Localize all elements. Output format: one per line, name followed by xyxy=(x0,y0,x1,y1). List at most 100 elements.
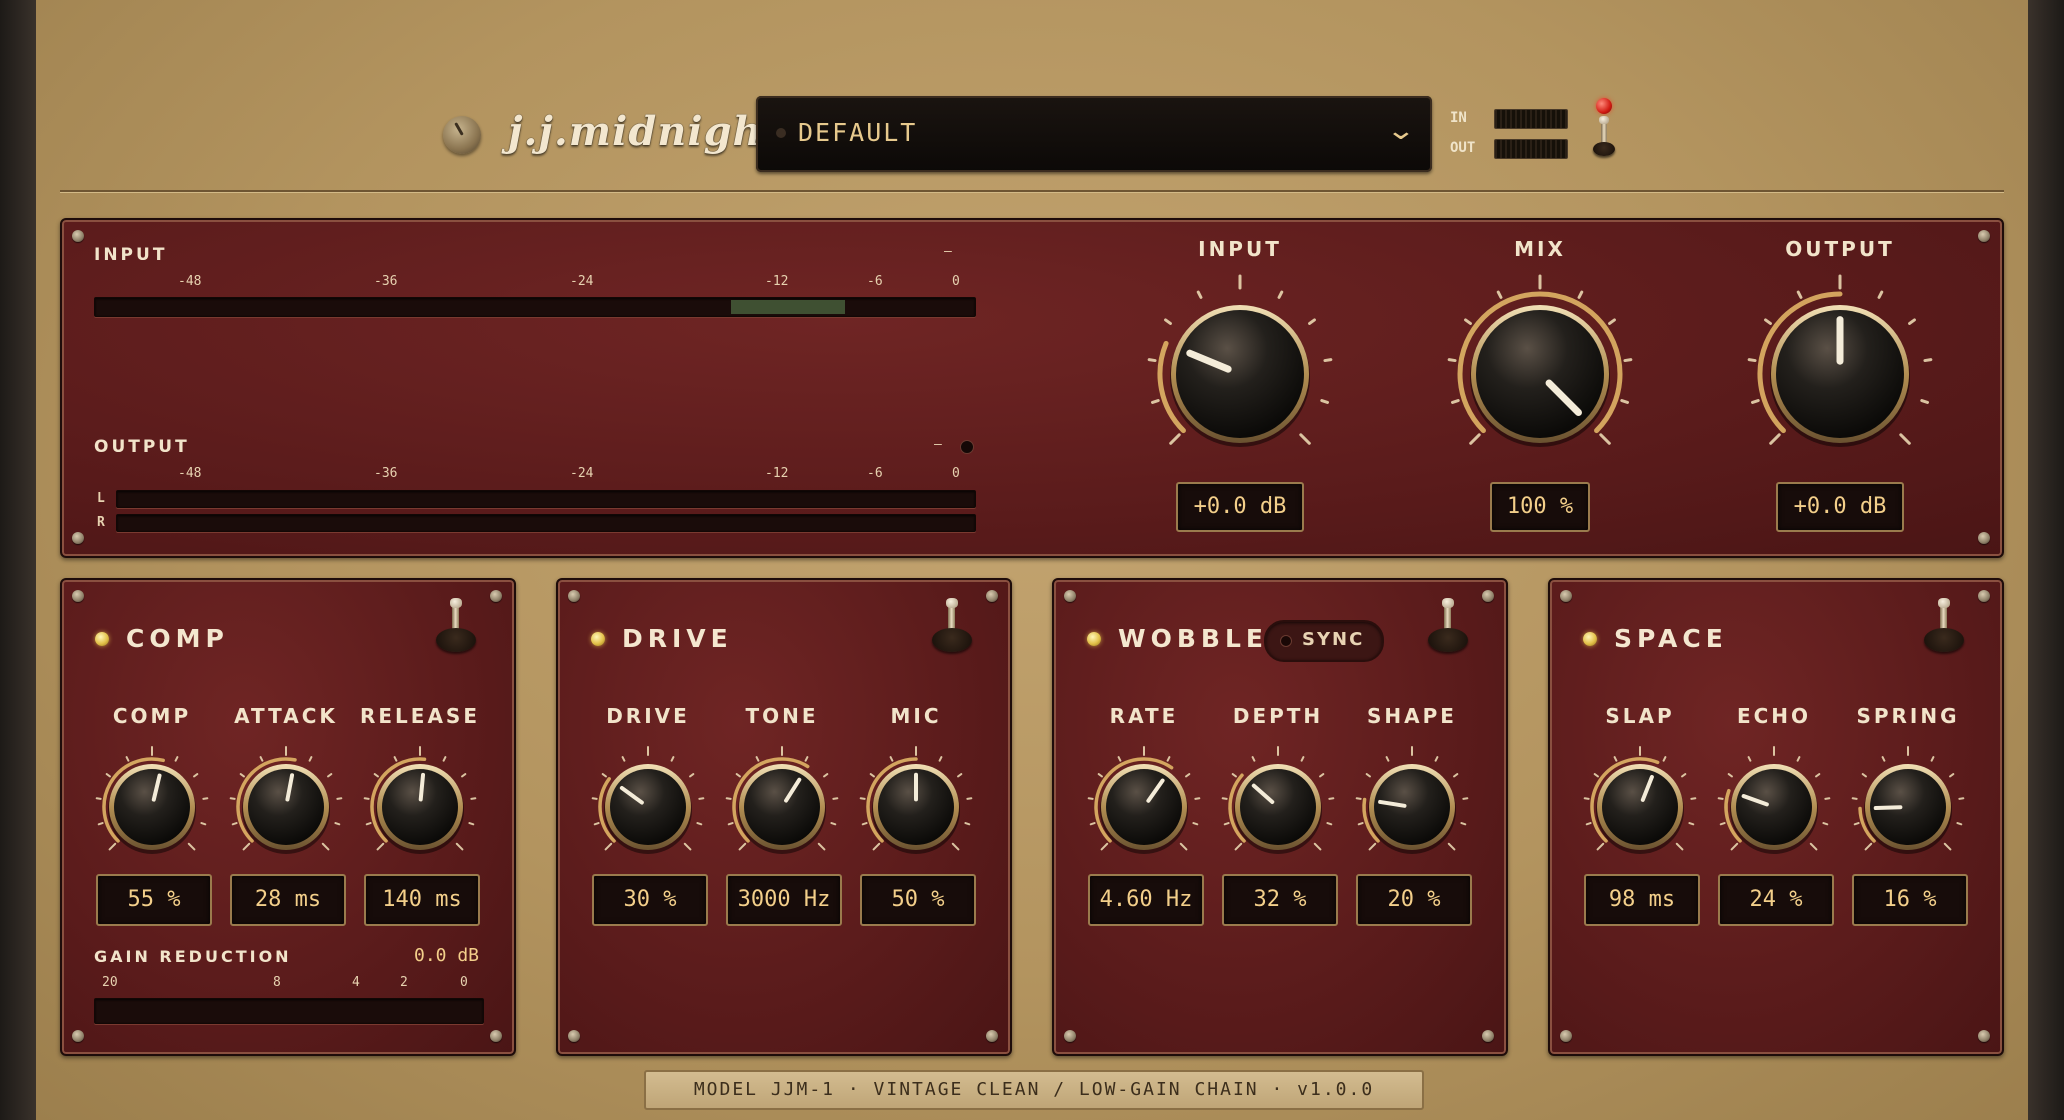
wobble-knob[interactable] xyxy=(1218,742,1338,860)
knob-tick xyxy=(964,822,971,826)
knob-tick xyxy=(455,842,464,851)
comp-knob[interactable] xyxy=(92,742,212,860)
space-title: SPACE xyxy=(1614,624,1728,653)
knob-tick xyxy=(1853,822,1860,826)
knob-tick xyxy=(193,773,199,778)
knob-tick xyxy=(830,822,837,826)
wobble-knob[interactable] xyxy=(1084,742,1204,860)
knob-tick xyxy=(1462,797,1469,800)
knob-tick xyxy=(689,773,695,778)
wobble-knob[interactable] xyxy=(1352,742,1472,860)
output-gain-readout[interactable]: +0.0 dB xyxy=(1776,482,1904,532)
knob-tick xyxy=(1958,797,1965,800)
space-knob[interactable] xyxy=(1848,742,1968,860)
knob-tick xyxy=(861,822,868,826)
drive-knob-readout[interactable]: 30 % xyxy=(592,874,708,926)
input-gain-readout[interactable]: +0.0 dB xyxy=(1176,482,1304,532)
input-scale-tick: -36 xyxy=(374,274,398,289)
output-scale-tick: -24 xyxy=(570,466,594,481)
sync-button[interactable]: SYNC xyxy=(1264,620,1384,662)
mix-knob[interactable] xyxy=(1440,272,1640,462)
drive-enable-led[interactable] xyxy=(591,632,605,646)
right-rail xyxy=(2028,0,2064,1120)
output-meter-r-bar xyxy=(116,514,976,532)
comp-knob[interactable] xyxy=(360,742,480,860)
drive-knob[interactable] xyxy=(588,742,708,860)
comp-knob-readout[interactable]: 28 ms xyxy=(230,874,346,926)
screw-icon xyxy=(1560,1030,1572,1042)
knob-tick xyxy=(1908,318,1916,325)
wobble-knob-readout[interactable]: 32 % xyxy=(1222,874,1338,926)
knob-tick xyxy=(334,822,341,826)
input-gain-knob[interactable] xyxy=(1140,272,1340,462)
knob-tick xyxy=(621,756,626,762)
comp-knob-readout[interactable]: 140 ms xyxy=(364,874,480,926)
screw-icon xyxy=(986,1030,998,1042)
sync-label: SYNC xyxy=(1302,629,1365,650)
comp-title: COMP xyxy=(126,624,229,653)
drive-knob-readout[interactable]: 50 % xyxy=(860,874,976,926)
knob-tick xyxy=(1169,433,1181,445)
drive-bypass-toggle[interactable] xyxy=(932,598,972,652)
knob-pointer xyxy=(1873,805,1903,811)
knob-tick xyxy=(601,773,607,778)
screw-icon xyxy=(568,590,580,602)
knob-tick xyxy=(1326,822,1333,826)
space-knob[interactable] xyxy=(1714,742,1834,860)
knob-tick xyxy=(1460,822,1467,826)
knob-tick xyxy=(1089,822,1096,826)
knob-tick xyxy=(1355,797,1362,800)
wobble-knob-readout[interactable]: 4.60 Hz xyxy=(1088,874,1204,926)
knob-tick xyxy=(966,797,973,800)
comp-knob[interactable] xyxy=(226,742,346,860)
knob-tick xyxy=(1117,756,1122,762)
drive-knob[interactable] xyxy=(722,742,842,860)
preset-selector[interactable]: DEFAULT ⌄ xyxy=(756,96,1432,172)
knob-tick xyxy=(738,842,747,851)
knob-tick xyxy=(108,842,117,851)
space-knob-readout[interactable]: 98 ms xyxy=(1584,874,1700,926)
wobble-title: WOBBLE xyxy=(1118,624,1268,653)
comp-enable-led[interactable] xyxy=(95,632,109,646)
knob-tick xyxy=(1179,842,1188,851)
knob-tick xyxy=(125,756,130,762)
out-mini-meter xyxy=(1494,139,1568,159)
knob-cap xyxy=(744,769,820,845)
channel-r-label: R xyxy=(97,515,105,530)
knob-tick xyxy=(1815,773,1821,778)
knob-tick xyxy=(725,797,732,800)
space-knob-label: SPRING xyxy=(1856,704,1960,728)
space-enable-led[interactable] xyxy=(1583,632,1597,646)
comp-bypass-toggle[interactable] xyxy=(436,598,476,652)
knob-cap xyxy=(382,769,458,845)
knob-tick xyxy=(1164,318,1172,325)
knob-cap xyxy=(1602,769,1678,845)
wobble-bypass-toggle[interactable] xyxy=(1428,598,1468,652)
space-bypass-toggle[interactable] xyxy=(1924,598,1964,652)
knob-tick xyxy=(373,773,379,778)
knob-tick xyxy=(1864,842,1873,851)
chevron-down-icon[interactable]: ⌄ xyxy=(1386,116,1417,146)
screw-icon xyxy=(1064,1030,1076,1042)
bypass-toggle[interactable] xyxy=(1592,116,1616,160)
knob-tick xyxy=(1719,822,1726,826)
mix-readout[interactable]: 100 % xyxy=(1490,482,1590,532)
knob-tick xyxy=(604,842,613,851)
space-knob-readout[interactable]: 16 % xyxy=(1852,874,1968,926)
drive-knob[interactable] xyxy=(856,742,976,860)
knob-tick xyxy=(683,842,692,851)
knob-cap xyxy=(1736,769,1812,845)
knob-tick xyxy=(442,756,447,762)
knob-tick xyxy=(308,756,313,762)
space-knob[interactable] xyxy=(1580,742,1700,860)
space-knob-readout[interactable]: 24 % xyxy=(1718,874,1834,926)
knob-tick xyxy=(105,773,111,778)
wobble-knob-readout[interactable]: 20 % xyxy=(1356,874,1472,926)
wobble-enable-led[interactable] xyxy=(1087,632,1101,646)
drive-knob-readout[interactable]: 3000 Hz xyxy=(726,874,842,926)
knob-tick xyxy=(1751,399,1760,404)
knob-tick xyxy=(231,822,238,826)
knob-tick xyxy=(1434,756,1439,762)
comp-knob-readout[interactable]: 55 % xyxy=(96,874,212,926)
output-gain-knob[interactable] xyxy=(1740,272,1940,462)
